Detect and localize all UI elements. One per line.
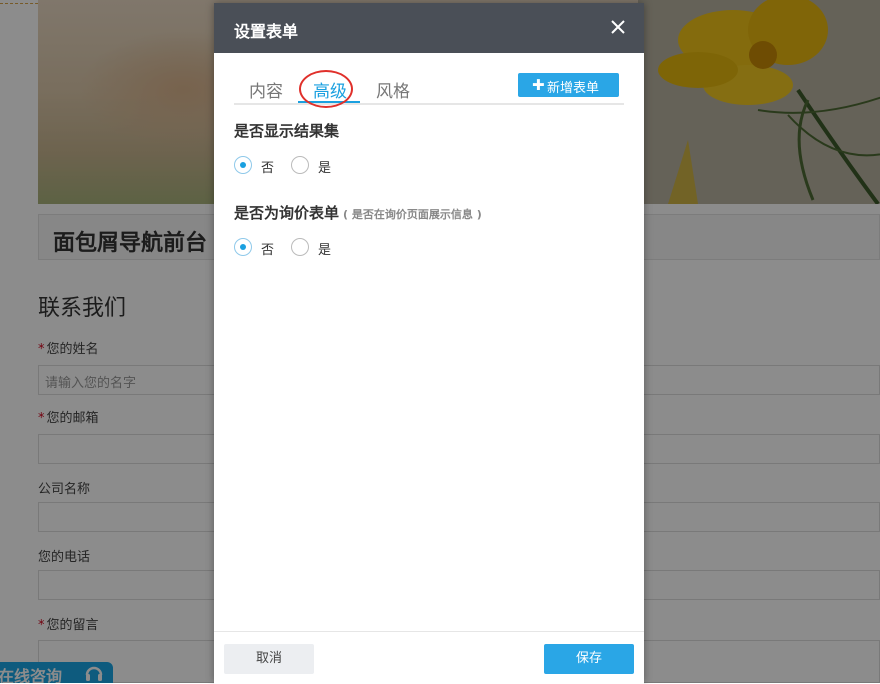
tab-style[interactable]: 风格: [376, 77, 410, 102]
form-settings-dialog: 设置表单 内容 高级 风格 ✚ 新增表单 是否显示结果集 否 是 是否为询价表单…: [214, 3, 644, 684]
inquiry-form-title: 是否为询价表单( 是否在询价页面展示信息 ): [234, 204, 482, 222]
show-result-no-radio[interactable]: [234, 156, 252, 174]
show-result-set-title: 是否显示结果集: [234, 122, 340, 140]
show-result-yes-label[interactable]: 是: [318, 157, 331, 176]
show-result-no-label[interactable]: 否: [261, 157, 274, 176]
inquiry-no-radio[interactable]: [234, 238, 252, 256]
dialog-header: 设置表单: [214, 3, 644, 53]
inquiry-yes-label[interactable]: 是: [318, 239, 331, 258]
save-button[interactable]: 保存: [544, 644, 634, 674]
inquiry-yes-radio[interactable]: [291, 238, 309, 256]
red-circle-annotation: [299, 70, 353, 108]
dialog-title: 设置表单: [234, 22, 299, 41]
inquiry-form-note: ( 是否在询价页面展示信息 ): [343, 208, 482, 221]
dialog-footer: 取消 保存: [214, 631, 644, 684]
inquiry-no-label[interactable]: 否: [261, 239, 274, 258]
cancel-button[interactable]: 取消: [224, 644, 314, 674]
show-result-yes-radio[interactable]: [291, 156, 309, 174]
add-form-button[interactable]: ✚ 新增表单: [518, 73, 619, 97]
close-icon[interactable]: [608, 17, 628, 37]
tab-content[interactable]: 内容: [249, 77, 283, 102]
plus-icon: ✚: [532, 76, 545, 94]
